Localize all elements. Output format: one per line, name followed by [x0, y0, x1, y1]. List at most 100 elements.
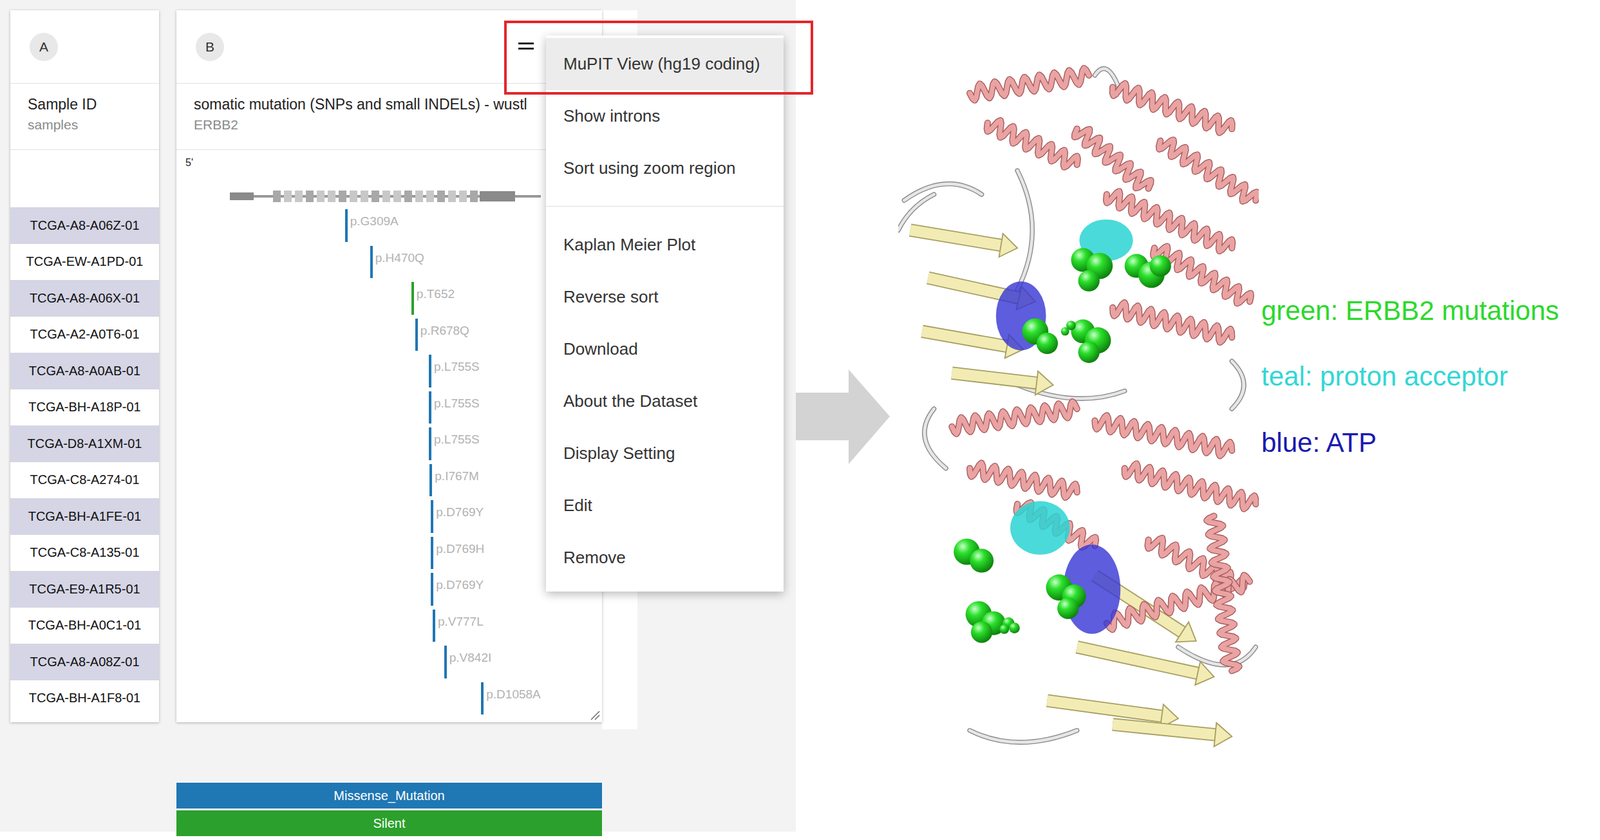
sample-row[interactable]: TCGA-A8-A06X-01 [10, 280, 160, 317]
mutation-bar[interactable] [429, 464, 433, 498]
mutation-row[interactable]: p.L755S [176, 352, 603, 390]
arrow-zone [795, 0, 899, 465]
mutation-bar[interactable] [411, 282, 415, 315]
column-menu: MuPIT View (hg19 coding)Show intronsSort… [545, 35, 784, 592]
alpha-helix [987, 120, 1078, 168]
mutation-sphere [1149, 254, 1172, 277]
alpha-helix [1094, 415, 1232, 456]
mutation-label: p.L755S [433, 395, 480, 412]
mutation-row[interactable]: p.G309A [176, 207, 603, 245]
menu-item[interactable]: Show introns [545, 90, 784, 143]
mutation-bar[interactable] [430, 573, 434, 606]
sample-row[interactable]: TCGA-A2-A0T6-01 [10, 316, 160, 354]
mutation-row[interactable]: p.I767M [176, 462, 603, 499]
mutation-row[interactable]: p.D1058A [176, 680, 603, 718]
sample-column: ASample IDsamplesTCGA-A8-A06Z-01TCGA-EW-… [10, 10, 160, 723]
menu-item[interactable]: MuPIT View (hg19 coding) [545, 37, 784, 91]
coil [1094, 68, 1119, 88]
exon-block [283, 190, 292, 203]
menu-item[interactable]: Remove [545, 531, 784, 584]
coil [1017, 170, 1033, 290]
mutation-bar[interactable] [345, 209, 348, 243]
sample-row[interactable]: TCGA-EW-A1PD-01 [10, 244, 160, 281]
mutation-bar[interactable] [430, 536, 434, 570]
mutation-label: p.D1058A [486, 687, 541, 703]
mutation-label: p.D769Y [435, 577, 484, 593]
mutation-sphere [1036, 332, 1058, 355]
mutation-bar[interactable] [430, 500, 434, 534]
alpha-helix [1158, 139, 1257, 201]
menu-item[interactable]: Edit [545, 479, 784, 532]
sample-row[interactable]: TCGA-A8-A08Z-01 [10, 643, 160, 681]
menu-item[interactable]: Download [545, 323, 784, 376]
alpha-helix [969, 462, 1078, 498]
mutation-sphere [1078, 341, 1100, 364]
sample-row[interactable]: TCGA-A8-A06Z-01 [10, 207, 160, 245]
mutation-bar[interactable] [444, 645, 447, 679]
mutation-legend: Missense_MutationSilent [176, 782, 603, 837]
mutation-bar[interactable] [432, 609, 436, 643]
structure-legend-item: teal: proton acceptor [1261, 360, 1559, 393]
mutation-row[interactable]: p.L755S [176, 425, 603, 463]
exon-block [371, 190, 380, 203]
menu-item[interactable]: About the Dataset [545, 375, 784, 428]
structure-legend: green: ERBB2 mutationsteal: proton accep… [1258, 294, 1559, 460]
legend-item: Silent [176, 810, 603, 837]
menu-icon[interactable] [518, 42, 534, 50]
alpha-helix [1112, 83, 1233, 134]
menu-item[interactable]: Display Setting [545, 427, 784, 480]
proton-acceptor [1010, 501, 1071, 556]
coil [1231, 361, 1244, 409]
exon-block [470, 190, 478, 203]
mutation-row[interactable]: p.L755S [176, 389, 603, 427]
sample-row[interactable]: TCGA-BH-A18P-01 [10, 389, 160, 427]
mutation-label: p.R678Q [420, 323, 470, 339]
mutation-row[interactable]: p.H470Q [176, 244, 603, 281]
mutation-sphere [1061, 327, 1070, 336]
mutation-row[interactable]: p.D769H [176, 535, 603, 572]
sample-row[interactable]: TCGA-C8-A274-01 [10, 462, 160, 499]
mutation-row[interactable]: p.V777L [176, 607, 603, 645]
mutation-row[interactable]: p.T652 [176, 280, 603, 317]
alpha-helix [1112, 302, 1232, 343]
mutation-label: p.H470Q [375, 250, 425, 266]
mutation-label: p.T652 [416, 286, 455, 302]
sample-row[interactable]: TCGA-C8-A135-01 [10, 535, 160, 572]
mutation-bar[interactable] [370, 245, 373, 279]
alpha-helix [1206, 516, 1239, 672]
mutation-sphere [1008, 622, 1020, 634]
mutation-label: p.D769Y [435, 504, 484, 521]
exon-block [448, 190, 456, 203]
sample-row[interactable]: TCGA-E9-A1R5-01 [10, 571, 160, 608]
resize-handle-icon[interactable] [589, 710, 601, 721]
sample-row[interactable]: TCGA-BH-A1FE-01 [10, 498, 160, 536]
legend-item: Missense_Mutation [176, 782, 603, 809]
mutation-bar[interactable] [428, 427, 432, 461]
mutation-row[interactable]: p.D769Y [176, 571, 603, 608]
mutation-row[interactable]: p.R678Q [176, 316, 603, 354]
structure-legend-item: blue: ATP [1261, 426, 1559, 460]
sample-row[interactable]: TCGA-D8-A1XM-01 [10, 425, 160, 463]
strand-label: 5' [176, 156, 603, 170]
mutation-bar[interactable] [428, 391, 432, 425]
mutation-row[interactable]: p.V842I [176, 643, 603, 681]
menu-item[interactable]: Kaplan Meier Plot [545, 218, 784, 272]
alpha-helix [1153, 246, 1252, 304]
exon-block [426, 190, 434, 203]
mutation-sphere [999, 624, 1009, 635]
column-subtitle: samples [27, 115, 152, 134]
mutation-bar[interactable] [480, 682, 484, 716]
mutation-bar[interactable] [428, 354, 432, 388]
menu-item[interactable]: Sort using zoom region [545, 142, 784, 195]
sample-row[interactable]: TCGA-BH-A1F8-01 [10, 680, 160, 718]
structure-view [898, 51, 1259, 761]
gene-structure [176, 188, 603, 205]
column-badge: A [29, 32, 58, 62]
exon-block [479, 191, 516, 202]
menu-item[interactable]: Reverse sort [545, 271, 784, 324]
exon-block [459, 190, 467, 203]
mutation-bar[interactable] [415, 318, 418, 352]
sample-row[interactable]: TCGA-A8-A0AB-01 [10, 352, 160, 390]
mutation-row[interactable]: p.D769Y [176, 498, 603, 536]
sample-row[interactable]: TCGA-BH-A0C1-01 [10, 607, 160, 645]
